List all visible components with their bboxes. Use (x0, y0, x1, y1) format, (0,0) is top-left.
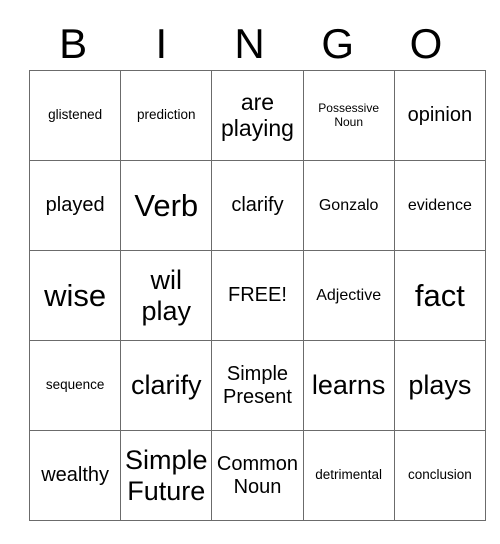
bingo-cell[interactable]: played (28, 160, 122, 251)
bingo-cell-label: prediction (137, 107, 196, 123)
header-letter-i: I (155, 20, 168, 67)
bingo-row: sequence clarify Simple Present learns p… (28, 340, 486, 431)
bingo-card: B I N G O glistened prediction are playi… (0, 0, 500, 544)
bingo-cell-label: Gonzalo (318, 196, 379, 214)
bingo-cell[interactable]: Common Noun (211, 430, 304, 521)
bingo-cell[interactable]: Verb (120, 160, 213, 251)
bingo-cell-label: glistened (48, 107, 103, 123)
bingo-cell-label: Simple Present (223, 363, 292, 408)
bingo-cell-label: wise (44, 277, 107, 313)
bingo-cell[interactable]: detrimental (302, 430, 395, 521)
header-letter-g: G (321, 20, 355, 67)
bingo-cell-label: evidence (407, 196, 472, 214)
bingo-cell-label: opinion (407, 103, 473, 126)
bingo-row: wise wil play FREE! Adjective fact (28, 250, 486, 341)
bingo-row: wealthy Simple Future Common Noun detrim… (28, 430, 486, 521)
bingo-cell[interactable]: glistened (28, 70, 122, 161)
bingo-cell-label: plays (408, 369, 472, 400)
bingo-cell-label: are playing (221, 88, 294, 141)
bingo-cell[interactable]: opinion (393, 70, 486, 161)
bingo-row: played Verb clarify Gonzalo evidence (28, 160, 486, 251)
bingo-cell-label: clarify (231, 193, 284, 216)
bingo-cell[interactable]: clarify (211, 160, 304, 251)
bingo-cell-label: Possessive Noun (318, 101, 379, 129)
bingo-cell[interactable]: Adjective (302, 250, 395, 341)
bingo-cell[interactable]: wealthy (28, 430, 122, 521)
bingo-cell-label: learns (311, 369, 386, 400)
bingo-cell-label: detrimental (315, 467, 383, 483)
bingo-cell[interactable]: clarify (120, 340, 213, 431)
bingo-cell[interactable]: Gonzalo (302, 160, 395, 251)
bingo-cell[interactable]: prediction (120, 70, 213, 161)
bingo-cell-label-free: FREE! (228, 283, 287, 306)
bingo-cell-label: conclusion (407, 467, 472, 483)
header-letter-b: B (59, 20, 88, 67)
header-letter-n: N (234, 20, 265, 67)
bingo-cell[interactable]: sequence (28, 340, 122, 431)
bingo-cell-label: Adjective (316, 286, 382, 304)
bingo-cell-label: fact (414, 277, 465, 313)
bingo-cell-label: Simple Future (125, 445, 208, 506)
bingo-cell[interactable]: fact (393, 250, 486, 341)
bingo-cell-label: wil play (141, 265, 192, 326)
bingo-cell-label: sequence (45, 377, 105, 393)
bingo-cell[interactable]: learns (302, 340, 395, 431)
bingo-cell[interactable]: plays (393, 340, 486, 431)
bingo-header-row: B I N G O (29, 18, 470, 70)
bingo-cell[interactable]: Simple Future (120, 430, 213, 521)
bingo-cell-free[interactable]: FREE! (211, 250, 304, 341)
bingo-cell[interactable]: wil play (120, 250, 213, 341)
bingo-cell[interactable]: Possessive Noun (302, 70, 395, 161)
bingo-cell[interactable]: conclusion (393, 430, 486, 521)
bingo-cell[interactable]: wise (28, 250, 122, 341)
header-letter-o: O (409, 20, 443, 67)
bingo-cell-label: Common Noun (216, 453, 299, 498)
bingo-cell[interactable]: are playing (211, 70, 304, 161)
bingo-grid: glistened prediction are playing Possess… (28, 70, 486, 521)
bingo-row: glistened prediction are playing Possess… (28, 70, 486, 161)
bingo-cell-label: Verb (134, 187, 199, 223)
bingo-cell[interactable]: Simple Present (211, 340, 304, 431)
bingo-cell[interactable]: evidence (393, 160, 486, 251)
bingo-cell-label: clarify (131, 369, 202, 400)
bingo-grid-body: glistened prediction are playing Possess… (28, 70, 486, 521)
bingo-cell-label: played (45, 193, 105, 216)
bingo-cell-label: wealthy (41, 463, 109, 486)
